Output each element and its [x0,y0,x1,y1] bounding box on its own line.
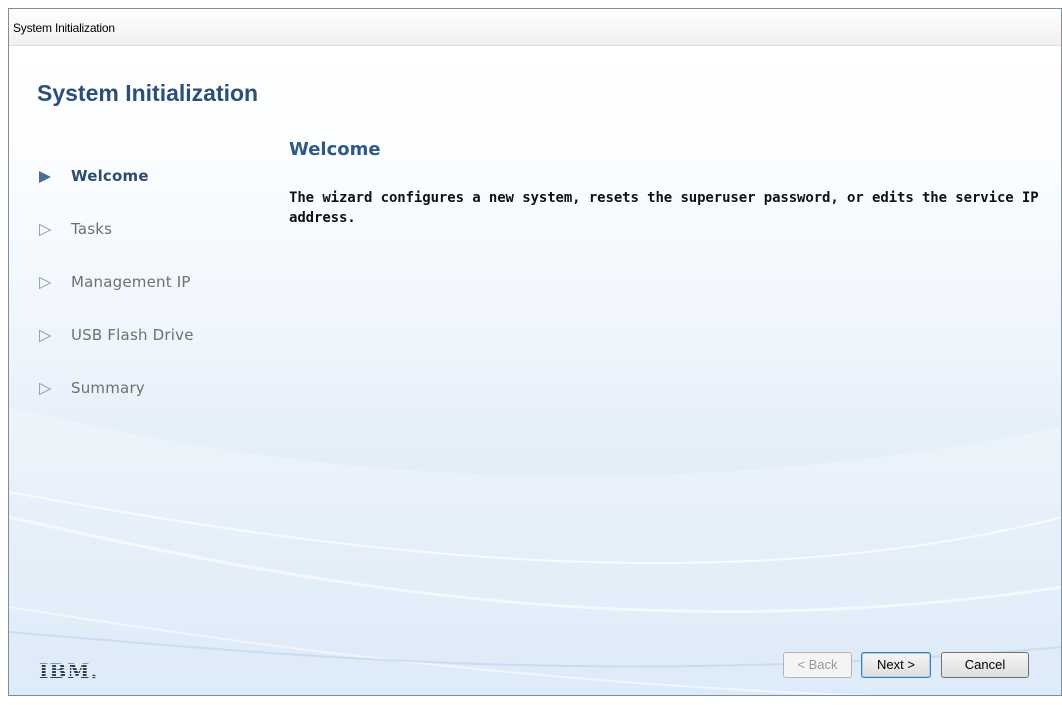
wizard-window: System Initialization System Initializat… [8,8,1062,696]
step-welcome: Welcome [31,167,281,220]
step-tasks: Tasks [31,220,281,273]
wizard-body: System Initialization Welcome Tasks Mana… [9,47,1061,695]
step-label: Welcome [71,167,149,185]
step-summary: Summary [31,379,281,432]
step-label: USB Flash Drive [71,326,194,344]
step-usb-flash-drive: USB Flash Drive [31,326,281,379]
content-description: The wizard configures a new system, rese… [289,190,1039,226]
wizard-title: System Initialization [37,80,259,106]
filled-triangle-right-icon [39,171,51,183]
outline-triangle-right-icon [39,276,52,290]
content-title: Welcome [289,139,381,160]
step-management-ip: Management IP [31,273,281,326]
outline-triangle-right-icon [39,382,52,396]
outline-triangle-right-icon [39,223,52,237]
window-titlebar: System Initialization [9,9,1061,46]
step-label: Management IP [71,273,191,291]
next-button[interactable]: Next > [861,652,931,678]
back-button[interactable]: < Back [783,652,852,678]
outline-triangle-right-icon [39,329,52,343]
step-label: Summary [71,379,145,397]
step-label: Tasks [71,220,113,238]
ibm-logo: IBM. [39,659,99,683]
window-title: System Initialization [13,21,115,35]
cancel-button[interactable]: Cancel [941,652,1029,678]
wizard-steps: Welcome Tasks Management IP USB Flash Dr… [31,167,281,432]
